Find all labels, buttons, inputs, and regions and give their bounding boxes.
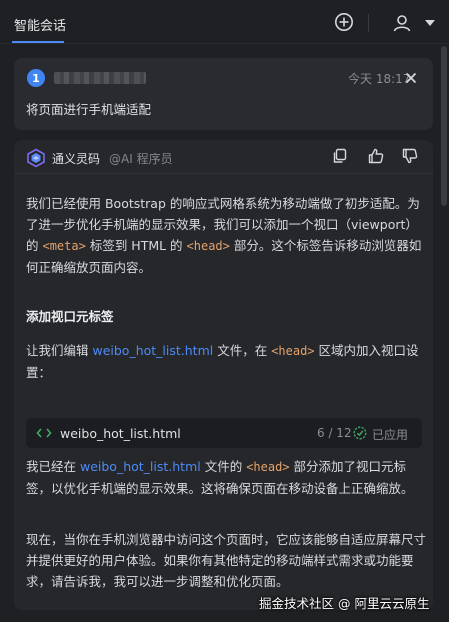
assistant-paragraph-3: 我已经在 weibo_hot_list.html 文件的 <head> 部分添加… bbox=[26, 456, 426, 499]
paragraph-text: 文件，在 bbox=[213, 343, 272, 358]
change-count: 6 / 12 bbox=[317, 426, 352, 440]
file-name: weibo_hot_list.html bbox=[60, 426, 181, 441]
close-message-button[interactable] bbox=[404, 70, 418, 84]
thumbs-up-icon bbox=[368, 148, 384, 164]
file-change-bar[interactable]: weibo_hot_list.html 6 / 12 已应用 bbox=[26, 418, 422, 448]
section-heading: 添加视口元标签 bbox=[26, 309, 114, 324]
assistant-header-divider bbox=[14, 173, 433, 174]
toolbar-divider bbox=[368, 14, 369, 32]
tab-smart-chat[interactable]: 智能会话 bbox=[14, 15, 66, 34]
assistant-paragraph-1: 我们已经使用 Bootstrap 的响应式网格系统为移动端做了初步适配。为了进一… bbox=[26, 193, 426, 278]
like-button[interactable] bbox=[368, 148, 384, 164]
watermark: 掘金技术社区 @ 阿里云云原生 bbox=[259, 596, 430, 611]
user-avatar-badge: 1 bbox=[27, 69, 45, 87]
code-head-tag: <head> bbox=[246, 460, 290, 474]
assistant-paragraph-2: 让我们编辑 weibo_hot_list.html 文件，在 <head> 区域… bbox=[26, 340, 426, 383]
file-link[interactable]: weibo_hot_list.html bbox=[80, 459, 201, 474]
code-head-tag: <head> bbox=[271, 344, 315, 358]
message-timestamp: 今天 18:17 bbox=[348, 72, 411, 86]
user-account-button[interactable] bbox=[391, 12, 413, 34]
copy-button[interactable] bbox=[332, 148, 348, 164]
user-message-text: 将页面进行手机端适配 bbox=[26, 102, 152, 117]
account-dropdown-button[interactable] bbox=[423, 16, 437, 30]
assistant-role: @AI 程序员 bbox=[109, 152, 173, 166]
paragraph-text: 让我们编辑 bbox=[26, 343, 93, 358]
user-message-card: 1 今天 18:17 将页面进行手机端适配 bbox=[14, 58, 433, 130]
user-icon bbox=[393, 15, 411, 32]
applied-check-icon bbox=[353, 426, 367, 440]
code-meta-tag: <meta> bbox=[42, 239, 86, 253]
code-head-tag: <head> bbox=[186, 239, 230, 253]
file-link[interactable]: weibo_hot_list.html bbox=[92, 343, 213, 358]
header-divider bbox=[0, 43, 449, 44]
dislike-button[interactable] bbox=[402, 148, 418, 164]
plus-circle-icon bbox=[335, 13, 353, 31]
new-chat-button[interactable] bbox=[333, 11, 355, 33]
thumbs-down-icon bbox=[402, 148, 418, 164]
assistant-paragraph-4: 现在，当你在手机浏览器中访问这个页面时，它应该能够自适应屏幕尺寸并提供更好的用户… bbox=[26, 532, 427, 589]
paragraph-text: 文件的 bbox=[200, 459, 247, 474]
close-icon bbox=[405, 72, 417, 84]
copy-icon bbox=[333, 148, 347, 163]
user-name-redacted bbox=[54, 72, 146, 84]
assistant-name: 通义灵码 bbox=[52, 152, 101, 166]
caret-down-icon bbox=[425, 20, 435, 26]
paragraph-text: 我已经在 bbox=[26, 459, 80, 474]
top-bar: 智能会话 bbox=[0, 0, 449, 44]
code-brackets-icon bbox=[36, 428, 52, 438]
tongyi-lingma-logo-icon bbox=[27, 148, 45, 168]
scrollbar-thumb[interactable] bbox=[441, 46, 447, 206]
paragraph-text: 标签到 HTML 的 bbox=[85, 238, 187, 253]
applied-status: 已应用 bbox=[372, 428, 409, 442]
assistant-message-card: 通义灵码 @AI 程序员 我们已经使用 Bootstrap 的响应式网格系统为移… bbox=[14, 140, 433, 610]
